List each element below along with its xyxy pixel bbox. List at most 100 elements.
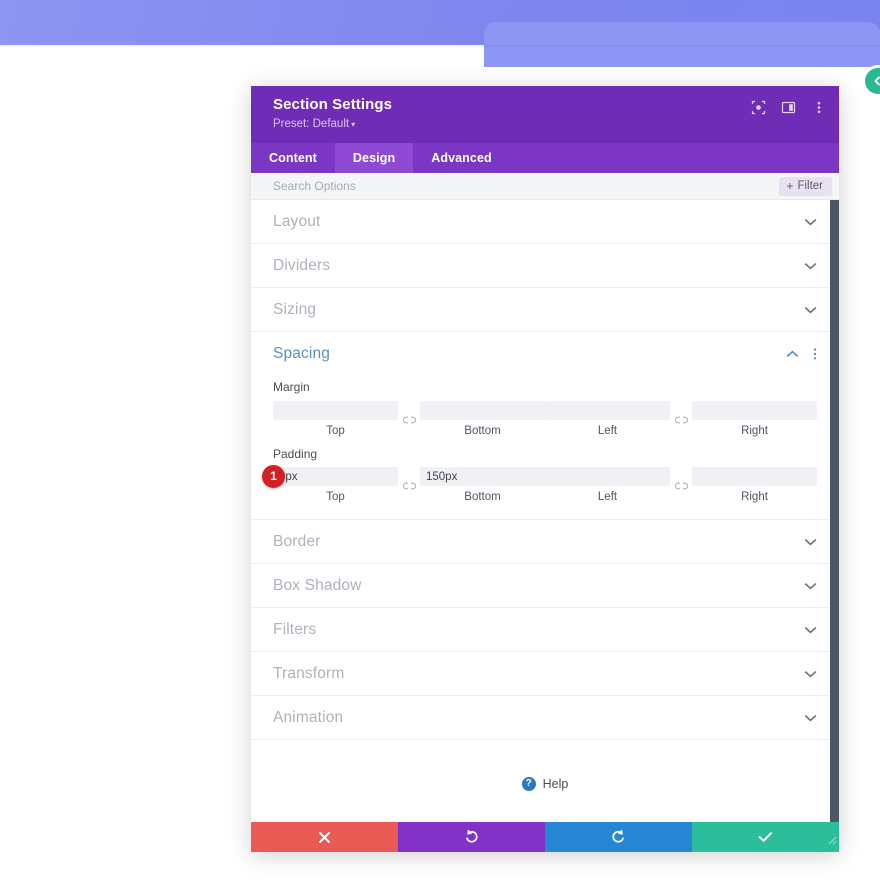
redo-icon bbox=[612, 830, 624, 843]
cancel-button[interactable] bbox=[251, 822, 398, 852]
check-icon bbox=[758, 832, 772, 842]
unlink-icon[interactable] bbox=[670, 412, 692, 425]
floating-action-button[interactable] bbox=[865, 68, 880, 94]
section-spacing: Spacing Margin Top Bottom Left Right Pad… bbox=[251, 332, 839, 520]
close-icon bbox=[319, 831, 330, 843]
margin-label: Margin bbox=[273, 380, 310, 394]
chevron-down-icon bbox=[803, 667, 817, 681]
margin-bottom-input[interactable] bbox=[420, 400, 545, 420]
undo-icon bbox=[466, 830, 478, 843]
section-row-layout[interactable]: Layout bbox=[251, 200, 839, 244]
tab-design[interactable]: Design bbox=[334, 143, 414, 173]
modal-body: Layout Dividers Sizing Spacing Margin To… bbox=[251, 200, 839, 822]
modal-header: Section Settings Preset: Default ▾ bbox=[251, 86, 839, 143]
scrollbar-track[interactable] bbox=[830, 200, 839, 822]
unlink-icon[interactable] bbox=[398, 478, 420, 491]
section-label: Animation bbox=[273, 708, 344, 726]
undo-button[interactable] bbox=[398, 822, 545, 852]
padding-left-label: Left bbox=[597, 491, 618, 503]
section-settings-modal: Section Settings Preset: Default ▾ Conte… bbox=[251, 86, 839, 852]
padding-bottom-input[interactable] bbox=[420, 467, 545, 486]
chevron-down-icon bbox=[803, 303, 817, 317]
search-input[interactable] bbox=[273, 179, 780, 193]
section-label: Border bbox=[273, 532, 321, 550]
help-label: Help bbox=[542, 777, 569, 791]
margin-left-input[interactable] bbox=[545, 400, 670, 420]
margin-horizontal-pair: Left Right bbox=[545, 400, 817, 437]
unlink-icon[interactable] bbox=[398, 412, 420, 425]
search-options-bar: + Filter bbox=[251, 173, 839, 200]
padding-inputs: 1 Top bbox=[262, 464, 817, 503]
margin-field-group: Margin Top Bottom Left Right bbox=[251, 380, 839, 437]
chevron-down-icon: ▾ bbox=[351, 120, 356, 129]
section-label: Filters bbox=[273, 620, 317, 638]
section-row-dividers[interactable]: Dividers bbox=[251, 244, 839, 288]
tab-advanced[interactable]: Advanced bbox=[413, 143, 510, 173]
padding-top-input[interactable] bbox=[273, 467, 398, 486]
padding-horizontal-pair: Left Right bbox=[545, 467, 817, 503]
section-label: Transform bbox=[273, 664, 345, 682]
tab-content[interactable]: Content bbox=[251, 143, 335, 173]
section-row-filters[interactable]: Filters bbox=[251, 608, 839, 652]
padding-top-label: Top bbox=[326, 491, 345, 503]
screen: Section Settings Preset: Default ▾ Conte… bbox=[0, 0, 880, 884]
section-row-spacing[interactable]: Spacing bbox=[251, 332, 839, 376]
chevron-down-icon bbox=[803, 259, 817, 273]
padding-bottom-cell: Bottom bbox=[420, 467, 545, 503]
padding-right-input[interactable] bbox=[692, 467, 817, 486]
section-label: Spacing bbox=[273, 345, 331, 362]
section-row-transform[interactable]: Transform bbox=[251, 652, 839, 696]
hero-shadow bbox=[0, 45, 880, 47]
preset-label: Preset: Default bbox=[273, 118, 350, 130]
chevron-down-icon bbox=[803, 711, 817, 725]
section-label: Dividers bbox=[273, 256, 331, 274]
section-label: Sizing bbox=[273, 300, 317, 318]
chevron-down-icon bbox=[803, 215, 817, 229]
margin-left-cell: Left bbox=[545, 400, 670, 437]
redo-button[interactable] bbox=[545, 822, 692, 852]
margin-bottom-label: Bottom bbox=[464, 424, 501, 437]
modal-header-actions bbox=[751, 100, 826, 115]
help-icon: ? bbox=[521, 777, 536, 791]
padding-top-cell: Top bbox=[273, 467, 398, 503]
padding-bottom-label: Bottom bbox=[464, 491, 501, 503]
modal-tabs: Content Design Advanced bbox=[251, 143, 839, 173]
section-label: Box Shadow bbox=[273, 576, 362, 594]
unlink-icon[interactable] bbox=[670, 478, 692, 491]
margin-right-input[interactable] bbox=[692, 400, 817, 420]
modal-footer bbox=[251, 822, 839, 852]
chevron-up-icon[interactable] bbox=[785, 347, 799, 361]
margin-top-input[interactable] bbox=[273, 400, 398, 420]
padding-left-input[interactable] bbox=[545, 467, 670, 486]
filter-button[interactable]: + Filter bbox=[779, 176, 832, 196]
help-row[interactable]: ? Help bbox=[251, 750, 839, 818]
section-label: Layout bbox=[273, 212, 321, 230]
more-options-icon[interactable] bbox=[811, 100, 826, 115]
section-row-border[interactable]: Border bbox=[251, 520, 839, 564]
padding-label: Padding bbox=[273, 446, 318, 461]
margin-right-label: Right bbox=[741, 424, 768, 437]
preset-selector[interactable]: Preset: Default ▾ bbox=[273, 116, 823, 133]
chevron-down-icon bbox=[803, 623, 817, 637]
options-scroll-area: Layout Dividers Sizing Spacing Margin To… bbox=[251, 200, 839, 822]
save-button[interactable] bbox=[692, 822, 839, 852]
layout-panel-icon[interactable] bbox=[781, 100, 796, 115]
chevron-left-icon bbox=[874, 76, 880, 86]
padding-right-label: Right bbox=[741, 491, 768, 503]
step-badge: 1 bbox=[262, 464, 285, 488]
margin-left-label: Left bbox=[597, 424, 618, 437]
section-row-box-shadow[interactable]: Box Shadow bbox=[251, 564, 839, 608]
margin-vertical-pair: Top Bottom bbox=[273, 400, 545, 437]
section-row-animation[interactable]: Animation bbox=[251, 696, 839, 740]
plus-icon: + bbox=[786, 178, 794, 193]
responsive-view-icon[interactable] bbox=[751, 100, 766, 115]
margin-inputs: Top Bottom Left Right bbox=[273, 400, 817, 437]
scrollbar-thumb[interactable] bbox=[830, 200, 839, 822]
margin-top-cell: Top bbox=[273, 400, 398, 437]
filter-button-label: Filter bbox=[797, 179, 823, 192]
margin-top-label: Top bbox=[326, 424, 345, 437]
section-more-options-icon[interactable] bbox=[813, 347, 817, 361]
section-row-sizing[interactable]: Sizing bbox=[251, 288, 839, 332]
padding-vertical-pair: Top Bottom bbox=[273, 467, 545, 503]
margin-right-cell: Right bbox=[692, 400, 817, 437]
